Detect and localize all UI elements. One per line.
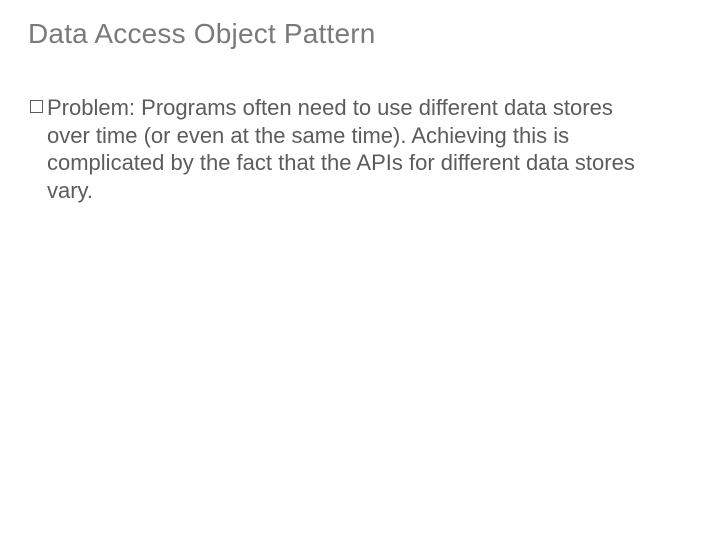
bullet-text: Problem: Programs often need to use diff…: [47, 94, 652, 204]
square-bullet-icon: [30, 100, 43, 113]
bullet-item: Problem: Programs often need to use diff…: [30, 94, 652, 204]
bullet-body: Programs often need to use different dat…: [47, 95, 635, 203]
body-paragraph: Problem: Programs often need to use diff…: [28, 94, 692, 204]
page-title: Data Access Object Pattern: [28, 18, 692, 50]
bullet-label: Problem:: [47, 95, 135, 120]
